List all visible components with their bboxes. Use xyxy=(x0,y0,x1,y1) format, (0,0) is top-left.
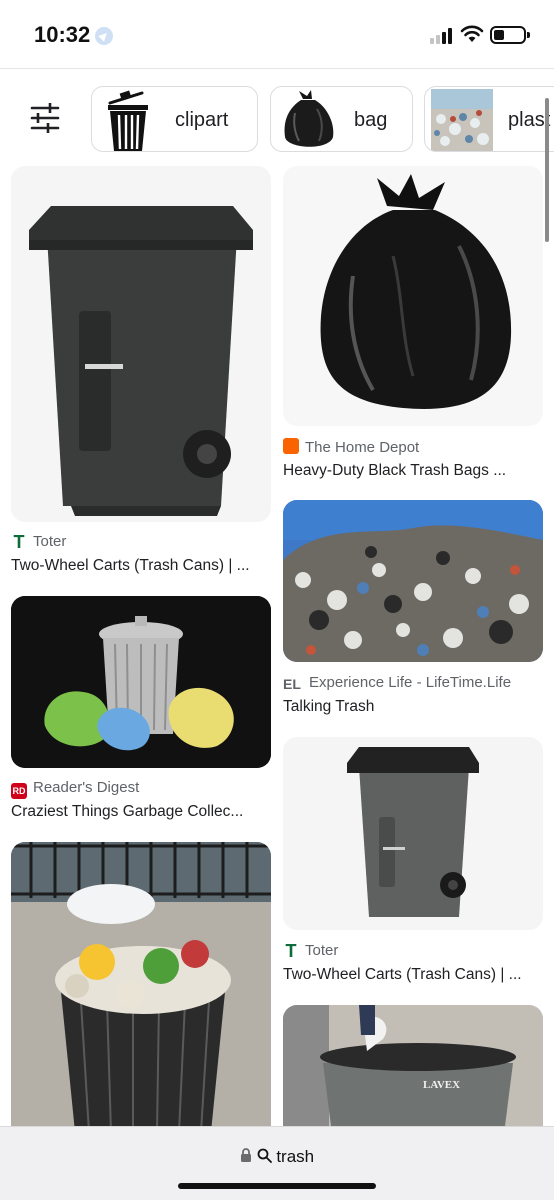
related-searches-row: clipart bag plast xyxy=(0,84,554,156)
lavex-logo: LAVEX xyxy=(423,1079,461,1091)
result-image[interactable] xyxy=(11,166,271,522)
location-arrow-icon xyxy=(95,27,113,45)
result-image[interactable] xyxy=(11,596,271,768)
result-caption[interactable]: Talking Trash xyxy=(283,698,543,716)
result-source-name: Reader's Digest xyxy=(33,779,140,796)
trash-can-clipart-icon xyxy=(108,90,148,151)
battery-icon xyxy=(490,26,530,44)
result-caption[interactable]: Heavy-Duty Black Trash Bags ... xyxy=(283,462,543,480)
home-indicator[interactable] xyxy=(178,1183,376,1189)
result-source[interactable]: EL Experience Life - LifeTime.Life xyxy=(283,674,511,692)
plastic-waste-thumb xyxy=(431,89,493,151)
search-icon xyxy=(257,1148,272,1163)
chip-label: bag xyxy=(354,109,388,131)
chip-plastic[interactable]: plast xyxy=(424,86,554,152)
wifi-icon xyxy=(460,25,484,42)
result-image[interactable] xyxy=(11,842,271,1132)
scrollbar[interactable] xyxy=(545,98,549,242)
result-caption[interactable]: Two-Wheel Carts (Trash Cans) | ... xyxy=(283,966,543,984)
status-time: 10:32 xyxy=(34,22,91,47)
result-source-name: Toter xyxy=(305,942,339,959)
home-depot-logo-icon xyxy=(283,438,299,454)
chip-clipart[interactable]: clipart xyxy=(91,86,258,152)
result-image[interactable] xyxy=(283,500,543,662)
result-source[interactable]: RD Reader's Digest xyxy=(11,779,139,799)
result-card[interactable]: The Home Depot Heavy-Duty Black Trash Ba… xyxy=(283,166,543,486)
rolling-trash-cart-image xyxy=(29,206,253,516)
lock-icon xyxy=(240,1148,251,1162)
result-card[interactable] xyxy=(11,842,271,1132)
result-image[interactable] xyxy=(283,166,543,426)
result-card[interactable]: RD Reader's Digest Craziest Things Garbag… xyxy=(11,596,271,826)
overflowing-trash-can-image xyxy=(11,842,271,1132)
result-image[interactable] xyxy=(283,737,543,930)
cellular-signal-icon xyxy=(430,28,456,44)
lavex-trash-can-image xyxy=(283,1005,543,1126)
result-source-name: The Home Depot xyxy=(305,439,420,456)
result-card[interactable]: LAVEX xyxy=(283,1005,543,1126)
landfill-image xyxy=(283,500,543,662)
result-card[interactable]: T Toter Two-Wheel Carts (Trash Cans) | ..… xyxy=(283,737,543,991)
result-source[interactable]: T Toter xyxy=(11,533,67,551)
status-bar: 10:32 xyxy=(0,0,554,68)
result-image[interactable]: LAVEX xyxy=(283,1005,543,1126)
browser-address-bar[interactable]: trash xyxy=(0,1126,554,1200)
result-source-name: Experience Life - LifeTime.Life xyxy=(309,674,512,691)
result-card[interactable]: EL Experience Life - LifeTime.Life Talkin… xyxy=(283,500,543,720)
result-source[interactable]: The Home Depot xyxy=(283,438,419,456)
readers-digest-logo-icon: RD xyxy=(11,783,27,799)
result-caption[interactable]: Craziest Things Garbage Collec... xyxy=(11,803,271,821)
result-caption[interactable]: Two-Wheel Carts (Trash Cans) | ... xyxy=(11,557,271,575)
result-source[interactable]: T Toter xyxy=(283,942,339,960)
chip-label: clipart xyxy=(175,109,229,131)
toter-logo-icon: T xyxy=(283,942,299,960)
search-query: trash xyxy=(276,1147,315,1166)
filter-sliders-icon[interactable] xyxy=(22,98,68,138)
header-divider xyxy=(0,68,554,69)
toter-logo-icon: T xyxy=(11,533,27,551)
chip-bag[interactable]: bag xyxy=(270,86,413,152)
metal-can-bags-image xyxy=(11,596,271,768)
experience-life-logo-icon: EL xyxy=(283,676,303,692)
black-trash-bag-image xyxy=(320,174,512,409)
result-card[interactable]: T Toter Two-Wheel Carts (Trash Cans) | ..… xyxy=(11,166,271,576)
gray-rolling-cart-image xyxy=(347,747,479,917)
result-source-name: Toter xyxy=(33,533,67,550)
address-field[interactable]: trash xyxy=(0,1147,554,1167)
trash-bag-icon xyxy=(284,90,334,147)
chip-label: plast xyxy=(508,109,551,131)
